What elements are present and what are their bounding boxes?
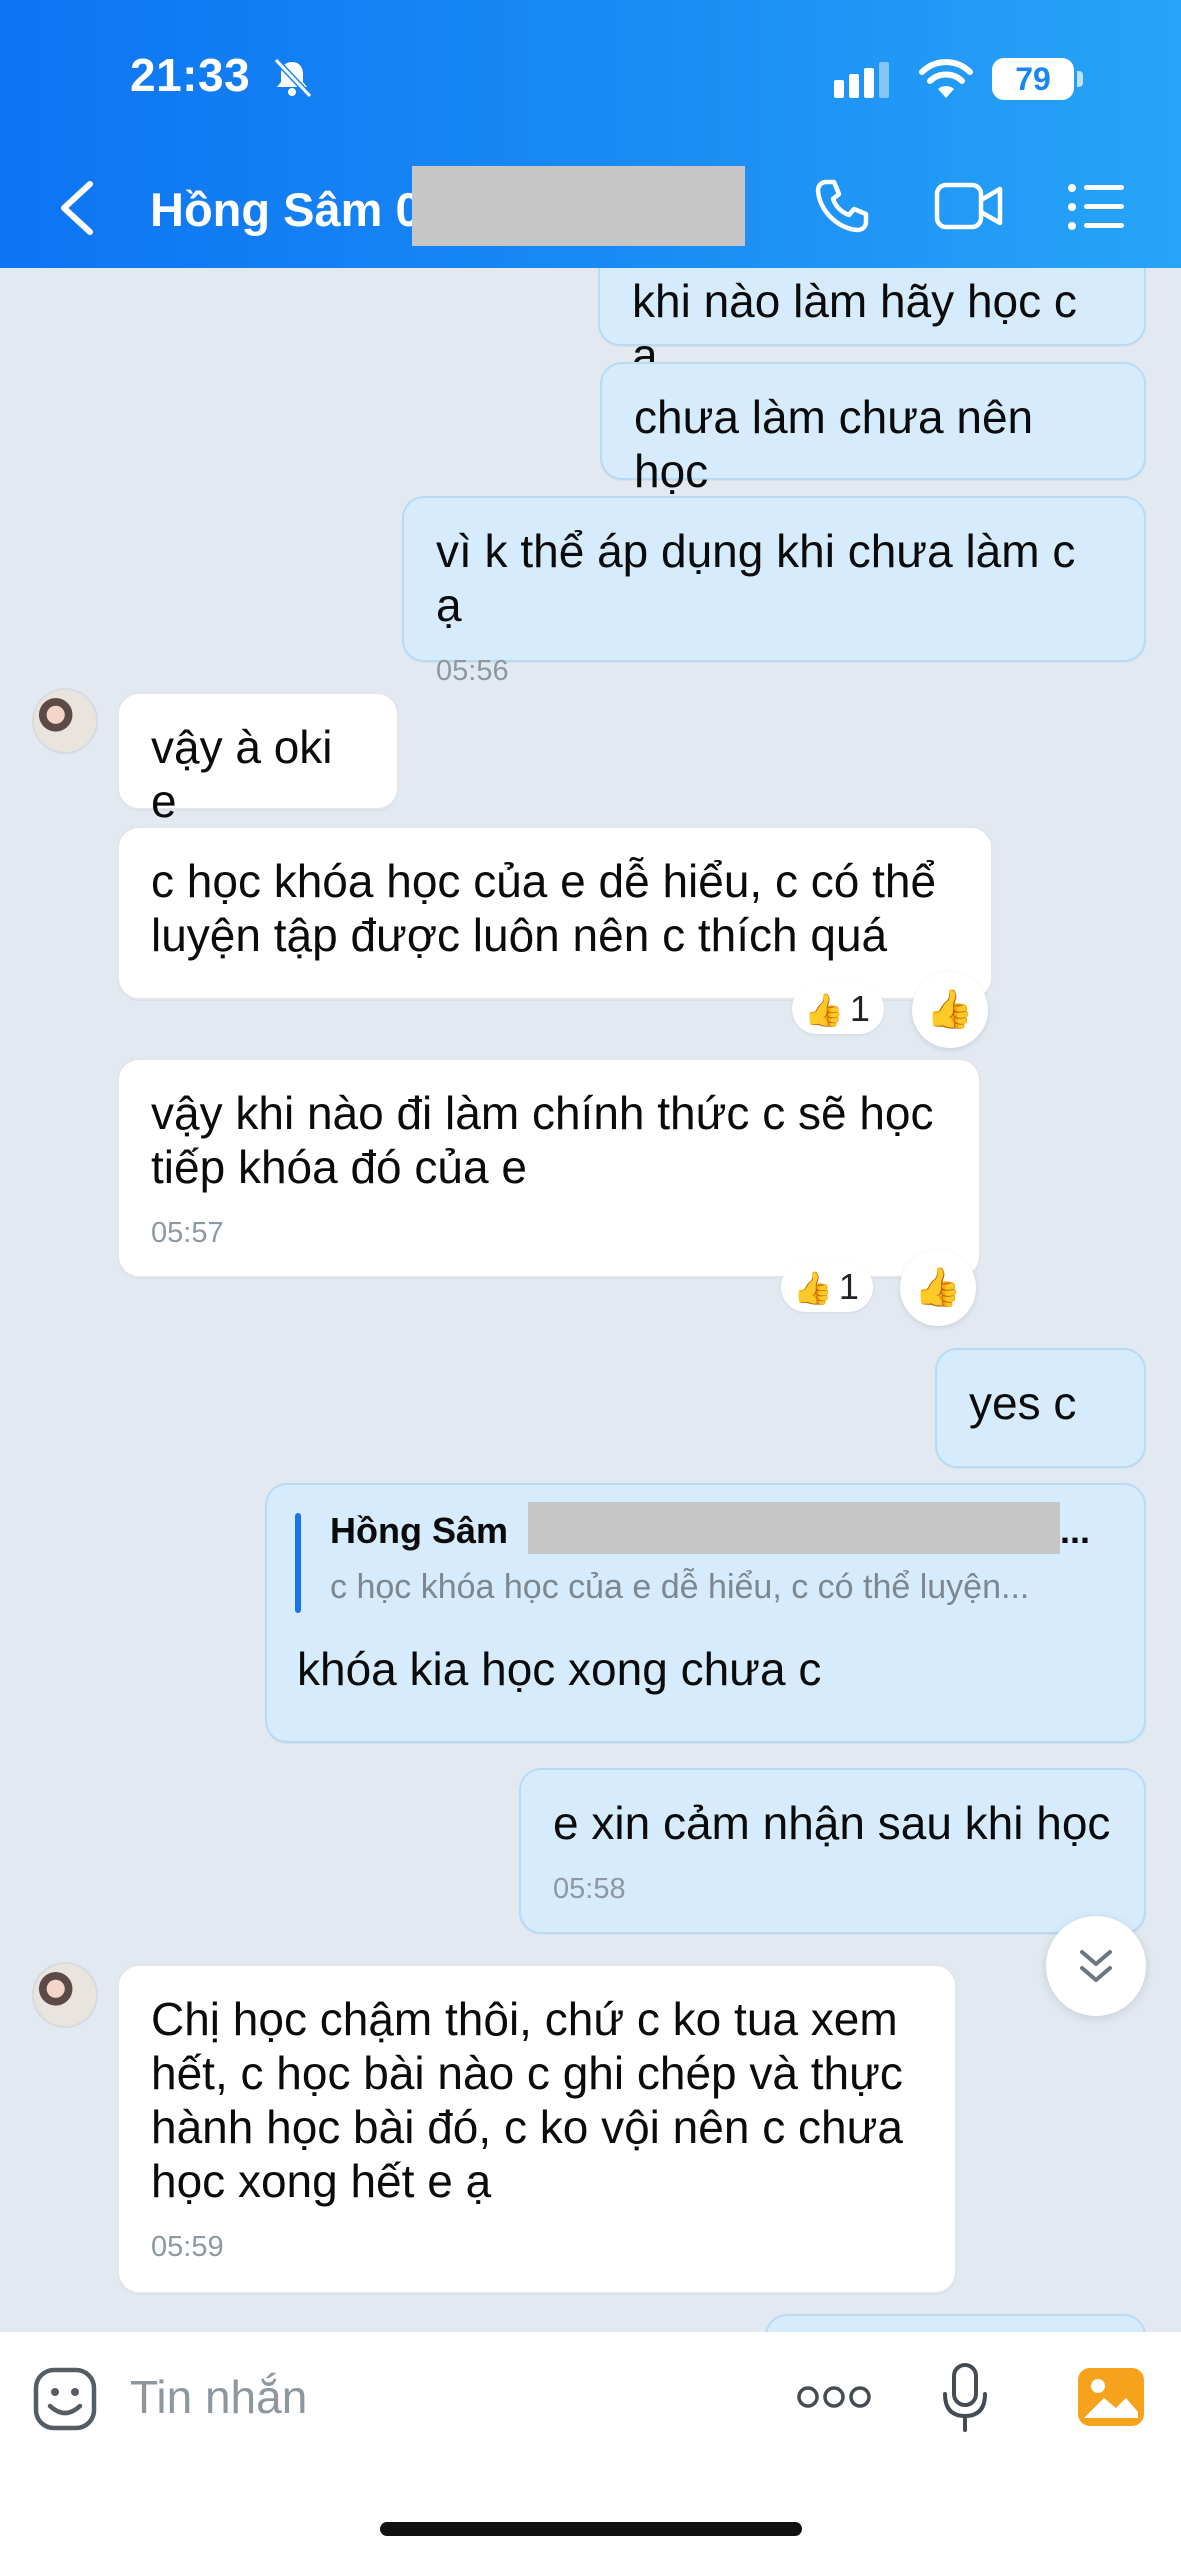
thumbs-up-icon: 👍: [793, 1270, 833, 1306]
message-text: vì k thể áp dụng khi chưa làm c ạ: [436, 525, 1076, 631]
message-outgoing[interactable]: e xin cảm nhận sau khi học 05:58: [519, 1768, 1146, 1934]
thumbs-up-icon: 👍: [926, 989, 974, 1031]
react-button[interactable]: 👍: [912, 972, 988, 1048]
quote-bar: [295, 1513, 301, 1613]
message-incoming[interactable]: c học khóa học của e dễ hiểu, c có thể l…: [117, 826, 993, 1000]
bell-muted-icon: [273, 57, 313, 99]
message-input[interactable]: [130, 2362, 730, 2432]
chat-title[interactable]: Hồng Sâm 0: [150, 182, 422, 237]
image-gallery-icon[interactable]: [1076, 2366, 1146, 2428]
composer-bar: [0, 2332, 1181, 2560]
redaction-block: [528, 1502, 1060, 1554]
quote-text: c học khóa học của e dễ hiểu, c có thể l…: [330, 1568, 1030, 1606]
chat-header: 21:33 79 Hồng Sâm 0: [0, 0, 1181, 268]
message-incoming[interactable]: vậy khi nào đi làm chính thức c sẽ học t…: [117, 1058, 981, 1278]
reaction-count: 1: [849, 988, 870, 1029]
message-text: e xin cảm nhận sau khi học: [553, 1797, 1111, 1849]
message-outgoing[interactable]: yes c: [935, 1348, 1146, 1468]
status-time: 21:33: [130, 49, 251, 101]
wifi-icon: [919, 59, 973, 98]
video-camera-icon[interactable]: [934, 180, 1004, 232]
microphone-icon[interactable]: [940, 2362, 990, 2434]
message-text: khóa kia học xong chưa c: [297, 1643, 822, 1695]
quote-author-tail: ...: [1060, 1510, 1091, 1551]
message-text: chưa làm chưa nên học: [634, 391, 1034, 497]
list-menu-icon[interactable]: [1066, 180, 1126, 234]
reaction-summary[interactable]: 👍 1: [792, 984, 884, 1034]
message-time: 05:57: [151, 1217, 224, 1249]
battery-indicator: 79: [992, 58, 1083, 100]
home-indicator: [380, 2522, 802, 2536]
message-incoming[interactable]: Chị học chậm thôi, chứ c ko tua xem hết,…: [117, 1964, 957, 2294]
message-time: 05:58: [553, 1873, 626, 1905]
message-text: vậy khi nào đi làm chính thức c sẽ học t…: [151, 1087, 934, 1193]
sticker-smiley-icon[interactable]: [32, 2366, 98, 2432]
back-button[interactable]: [54, 180, 100, 236]
scroll-to-bottom-button[interactable]: [1046, 1916, 1146, 2016]
message-text: c học khóa học của e dễ hiểu, c có thể l…: [151, 855, 937, 961]
redaction-block: [412, 166, 745, 246]
avatar[interactable]: [32, 1962, 98, 2028]
ellipsis-icon[interactable]: [796, 2380, 872, 2414]
thumbs-up-icon: 👍: [914, 1267, 962, 1309]
message-incoming[interactable]: vậy à oki e: [117, 692, 399, 827]
reaction-summary[interactable]: 👍 1: [781, 1262, 873, 1312]
quote-author: Hồng Sâm: [330, 1510, 509, 1551]
reaction-count: 1: [838, 1266, 859, 1307]
message-outgoing[interactable]: chưa làm chưa nên học: [600, 362, 1146, 497]
message-outgoing[interactable]: [765, 2314, 1146, 2332]
message-text: vậy à oki e: [151, 721, 333, 827]
thumbs-up-icon: 👍: [804, 992, 844, 1028]
message-text: yes c: [969, 1377, 1077, 1429]
message-time: 05:59: [151, 2231, 224, 2263]
message-outgoing[interactable]: khi nào làm hãy học c ạ: [598, 268, 1146, 381]
message-outgoing[interactable]: vì k thể áp dụng khi chưa làm c ạ 05:56: [402, 496, 1146, 687]
react-button[interactable]: 👍: [900, 1250, 976, 1326]
phone-icon[interactable]: [812, 176, 872, 236]
avatar[interactable]: [32, 688, 98, 754]
message-list[interactable]: khi nào làm hãy học c ạ chưa làm chưa nê…: [0, 268, 1181, 2332]
message-text: Chị học chậm thôi, chứ c ko tua xem hết,…: [151, 1993, 903, 2207]
cellular-signal-icon: [834, 62, 889, 98]
message-time: 05:56: [436, 655, 509, 687]
